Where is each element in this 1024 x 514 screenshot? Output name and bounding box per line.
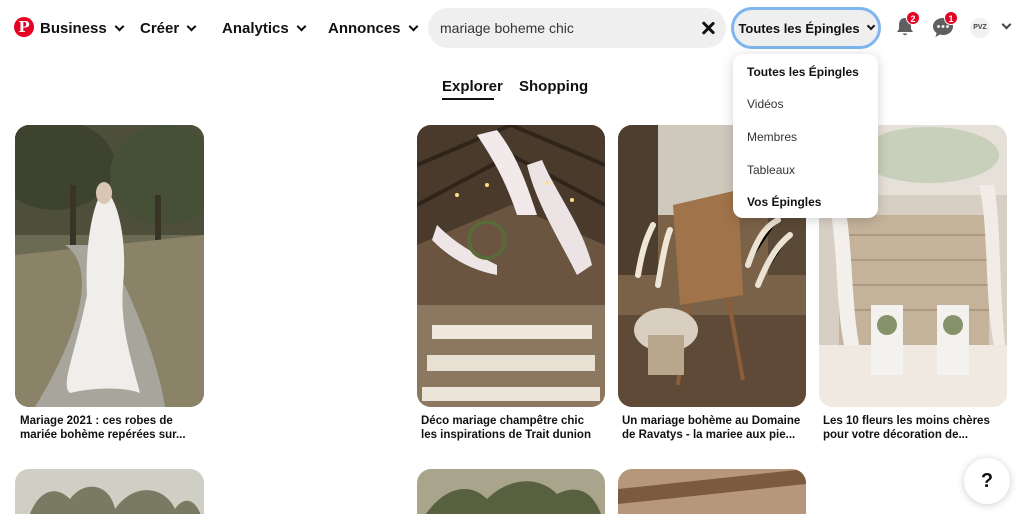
pin-image-greenery[interactable] — [417, 469, 605, 514]
menu-item-videos[interactable]: Vidéos — [747, 97, 783, 111]
nav-create[interactable]: Créer — [140, 18, 197, 38]
menu-item-boards[interactable]: Tableaux — [747, 163, 795, 177]
pin-title-line: mariée bohème repérées sur... — [20, 429, 186, 441]
tab-shopping[interactable]: Shopping — [519, 78, 588, 95]
account-avatar[interactable]: PVZ — [970, 18, 990, 38]
pin-image-trees[interactable] — [15, 469, 204, 514]
pin-filter-label: Toutes les Épingles — [738, 20, 860, 36]
nav-business-label: Business — [40, 19, 107, 37]
menu-item-members[interactable]: Membres — [747, 130, 797, 144]
pinterest-logo-icon[interactable]: P — [14, 17, 34, 37]
chevron-down-icon — [186, 21, 197, 31]
messages-count-badge: 1 — [944, 11, 958, 25]
pin-image-wooden-hall[interactable] — [618, 469, 806, 514]
menu-item-all-pins[interactable]: Toutes les Épingles — [747, 65, 859, 79]
account-chevron-down-icon[interactable] — [1001, 19, 1012, 30]
clear-search-icon[interactable] — [698, 18, 718, 38]
pin-title[interactable]: Mariage 2021 : ces robes de mariée bohèm… — [20, 414, 200, 442]
pin-filter-menu: Toutes les Épingles Vidéos Membres Table… — [733, 54, 878, 218]
help-button[interactable]: ? — [964, 458, 1010, 504]
active-tab-indicator — [442, 98, 494, 100]
pin-title-line: Les 10 fleurs les moins chères — [823, 415, 990, 427]
pin-title-line: Déco mariage champêtre chic — [421, 415, 584, 427]
pin-title-line: pour votre décoration de... — [823, 429, 969, 441]
pin-title[interactable]: Un mariage bohème au Domaine de Ravatys … — [622, 414, 802, 442]
tab-explorer[interactable]: Explorer — [442, 78, 503, 95]
chevron-down-icon — [114, 21, 125, 31]
nav-analytics-label: Analytics — [222, 19, 289, 37]
pin-title-line: Mariage 2021 : ces robes de — [20, 415, 173, 427]
notifications-count-badge: 2 — [906, 11, 920, 25]
chevron-down-icon — [296, 21, 307, 31]
nav-create-label: Créer — [140, 19, 180, 37]
top-navigation-bar: P Business Créer Analytics Annonces Tout… — [0, 0, 1024, 56]
chevron-down-icon — [866, 21, 875, 31]
pin-title-line: Un mariage bohème au Domaine — [622, 415, 801, 427]
search-bar — [428, 8, 726, 48]
pin-title[interactable]: Déco mariage champêtre chic les inspirat… — [421, 414, 601, 442]
pin-title-line: les inspirations de Trait dunion — [421, 429, 591, 441]
menu-item-your-pins[interactable]: Vos Épingles — [747, 195, 821, 209]
pin-title[interactable]: Les 10 fleurs les moins chères pour votr… — [823, 414, 1003, 442]
pin-image-barn-decor[interactable] — [417, 125, 605, 407]
pin-image-bride-dress[interactable] — [15, 125, 204, 407]
nav-ads[interactable]: Annonces — [328, 18, 418, 38]
nav-business[interactable]: Business — [40, 18, 125, 38]
pin-title-line: de Ravatys - la mariee aux pie... — [622, 429, 796, 441]
pin-filter-dropdown-button[interactable]: Toutes les Épingles — [731, 7, 881, 49]
search-input[interactable] — [440, 18, 690, 38]
nav-ads-label: Annonces — [328, 19, 401, 37]
chevron-down-icon — [408, 21, 418, 31]
nav-analytics[interactable]: Analytics — [222, 18, 307, 38]
